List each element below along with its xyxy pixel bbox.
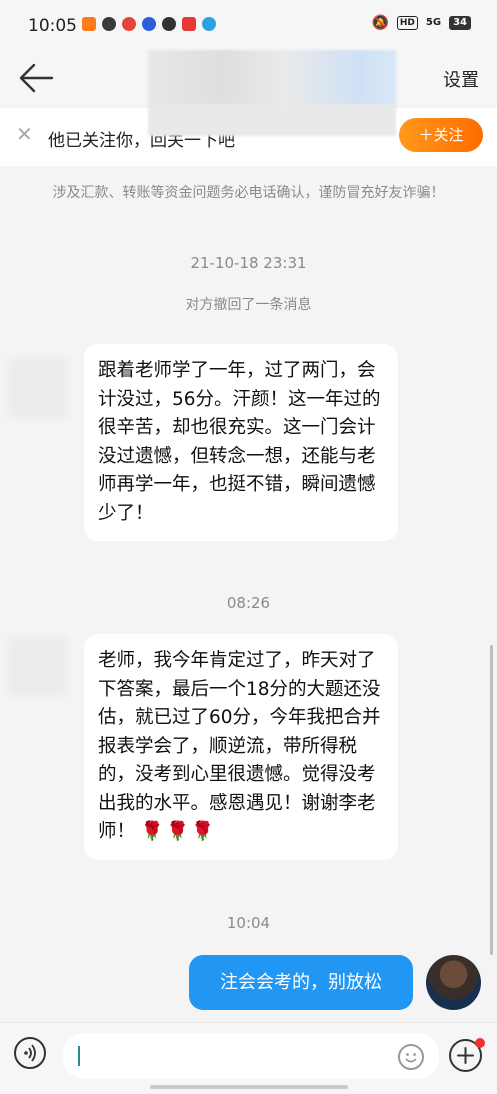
baidu-icon bbox=[142, 17, 156, 31]
follow-back-bar: ✕ 他已关注你，回关一下吧 ＋关注 bbox=[0, 104, 497, 166]
timestamp: 21-10-18 23:31 bbox=[190, 254, 307, 272]
timestamp: 08:26 bbox=[226, 594, 271, 612]
sender-avatar[interactable] bbox=[8, 358, 68, 418]
weibo-icon bbox=[122, 17, 136, 31]
message-text: 老师，我今年肯定过了，昨天对了下答案，最后一个18分的大题还没估，就已过了60分… bbox=[98, 650, 381, 842]
rose-emoji: 🌹🌹🌹 bbox=[140, 821, 217, 842]
message-input[interactable] bbox=[63, 1033, 439, 1079]
settings-button[interactable]: 设置 bbox=[443, 66, 479, 92]
status-indicators: 🔕 HD 5G 34 bbox=[371, 15, 471, 31]
status-bar: 10:05 🔕 HD 5G 34 bbox=[0, 0, 497, 50]
chat-header: 设置 bbox=[0, 50, 497, 136]
status-time: 10:05 bbox=[28, 16, 77, 36]
back-arrow-icon bbox=[19, 63, 54, 93]
message-bubble-received[interactable]: 老师，我今年肯定过了，昨天对了下答案，最后一个18分的大题还没估，就已过了60分… bbox=[84, 634, 398, 860]
message-bubble-sent[interactable]: 注会会考的，别放松 bbox=[189, 955, 413, 1010]
app-notification-icon bbox=[182, 17, 196, 31]
security-notice: 涉及汇款、转账等资金问题务必电话确认，谨防冒充好友诈骗！ bbox=[52, 185, 445, 201]
close-icon[interactable]: ✕ bbox=[16, 124, 33, 144]
mute-icon: 🔕 bbox=[371, 15, 389, 31]
voice-input-button[interactable] bbox=[14, 1037, 46, 1069]
wechat-icon bbox=[102, 17, 116, 31]
sender-avatar[interactable] bbox=[8, 636, 68, 696]
battery-icon: 34 bbox=[449, 16, 471, 30]
redaction-blur bbox=[148, 104, 396, 136]
chat-scrollbar[interactable] bbox=[490, 645, 493, 955]
smiley-icon bbox=[405, 1053, 417, 1063]
hd-badge: HD bbox=[396, 16, 418, 30]
app-notification-icon bbox=[82, 17, 96, 31]
my-avatar[interactable] bbox=[426, 955, 481, 1010]
text-cursor bbox=[78, 1046, 80, 1066]
chat-bubble-icon bbox=[162, 17, 176, 31]
message-bubble-received[interactable]: 跟着老师学了一年，过了两门，会计没过，56分。汗颜！这一年过的很辛苦，却也很充实… bbox=[84, 344, 398, 541]
timestamp: 10:04 bbox=[226, 914, 271, 932]
back-button[interactable] bbox=[18, 60, 58, 96]
follow-button[interactable]: ＋关注 bbox=[399, 118, 483, 152]
notification-icons bbox=[82, 17, 216, 31]
signal-icon: 5G bbox=[425, 17, 442, 28]
voice-wave-icon bbox=[24, 1044, 36, 1062]
notification-dot bbox=[475, 1038, 485, 1048]
recall-notice: 对方撤回了一条消息 bbox=[185, 297, 312, 313]
emoji-button[interactable] bbox=[398, 1044, 424, 1070]
message-input-bar bbox=[0, 1022, 497, 1094]
home-indicator[interactable] bbox=[150, 1085, 348, 1089]
telegram-icon bbox=[202, 17, 216, 31]
